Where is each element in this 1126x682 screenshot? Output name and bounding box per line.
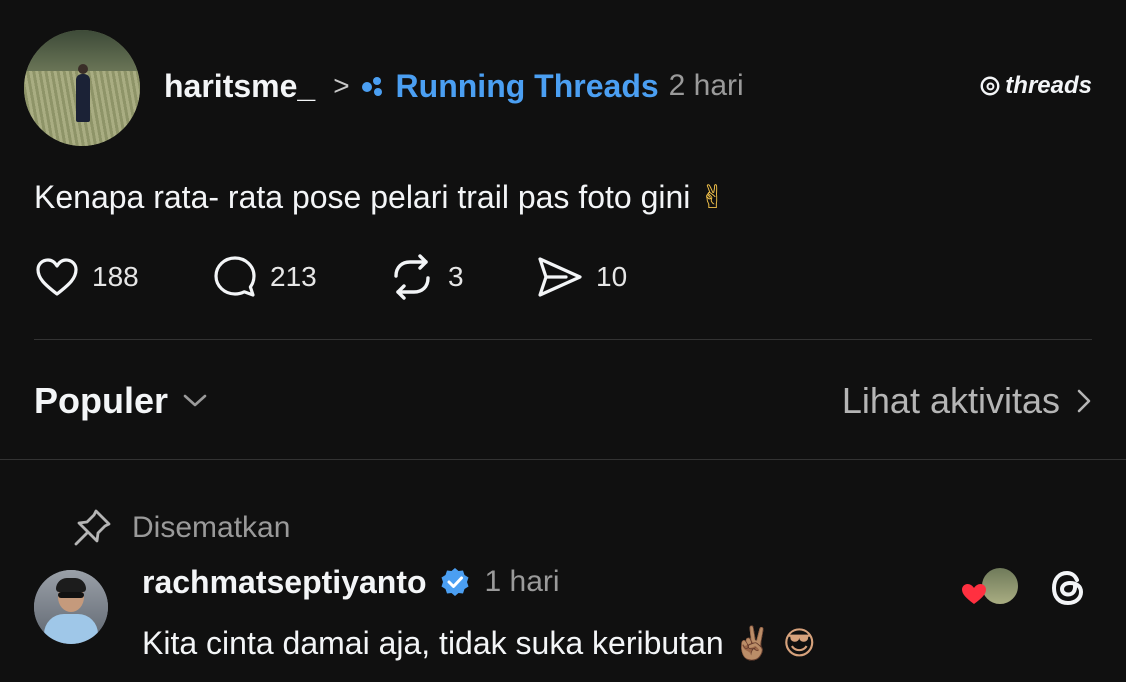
view-activity-link[interactable]: Lihat aktivitas: [842, 380, 1092, 422]
red-heart-icon: [962, 584, 986, 604]
divider: [0, 459, 1126, 460]
post-header: haritsme_ > Running Threads 2 hari: [164, 64, 744, 108]
community-link[interactable]: Running Threads: [396, 68, 659, 105]
verified-badge-icon: [441, 568, 469, 596]
share-button[interactable]: 10: [536, 255, 627, 299]
reply-text-content: Kita cinta damai aja, tidak suka keribut…: [142, 625, 724, 661]
threads-logo-icon: [980, 76, 1000, 96]
community-dots-icon: [360, 75, 386, 97]
victory-hand-emoji: ✌: [699, 178, 727, 216]
divider: [34, 339, 1092, 340]
post-actions: 188 213 3 10: [34, 254, 627, 300]
post-author-avatar[interactable]: [24, 30, 140, 146]
repost-button[interactable]: 3: [388, 254, 536, 300]
activity-label: Lihat aktivitas: [841, 380, 1060, 421]
repost-count: 3: [448, 261, 464, 292]
send-icon: [538, 257, 582, 297]
chevron-right-icon: >: [333, 70, 350, 101]
pinned-indicator: Disematkan: [72, 508, 290, 548]
reply-author-avatar[interactable]: [34, 570, 108, 644]
like-count: 188: [92, 261, 139, 292]
chevron-right-icon: [1077, 389, 1091, 413]
sort-dropdown[interactable]: Populer: [34, 380, 208, 422]
post-time: 2 hari: [668, 69, 744, 102]
reply-header: rachmatseptiyanto 1 hari: [142, 560, 560, 604]
share-count: 10: [596, 261, 628, 292]
author-liked-indicator: [960, 566, 1022, 610]
reply-username[interactable]: rachmatseptiyanto: [142, 564, 427, 601]
chevron-down-icon: [183, 394, 207, 407]
comment-icon: [214, 256, 256, 297]
threads-wordmark: threads: [1005, 72, 1092, 99]
pinned-label: Disematkan: [132, 511, 291, 544]
repost-icon: [394, 254, 430, 300]
reply-count: 213: [270, 261, 317, 292]
post-username[interactable]: haritsme_: [164, 68, 315, 105]
post-text: Kenapa rata- rata pose pelari trail pas …: [34, 178, 726, 216]
reply-button[interactable]: 213: [212, 254, 388, 300]
heart-icon: [36, 258, 78, 296]
threads-logo-icon[interactable]: [1046, 566, 1090, 610]
like-button[interactable]: 188: [34, 256, 212, 298]
post-text-content: Kenapa rata- rata pose pelari trail pas …: [34, 179, 691, 215]
reply-time: 1 hari: [484, 565, 560, 598]
reply-text: Kita cinta damai aja, tidak suka keribut…: [142, 624, 816, 662]
pin-icon: [74, 509, 111, 546]
threads-watermark: threads: [979, 72, 1092, 100]
reply-emojis: ✌🏽 😎: [732, 624, 816, 662]
sort-label: Populer: [34, 380, 169, 421]
